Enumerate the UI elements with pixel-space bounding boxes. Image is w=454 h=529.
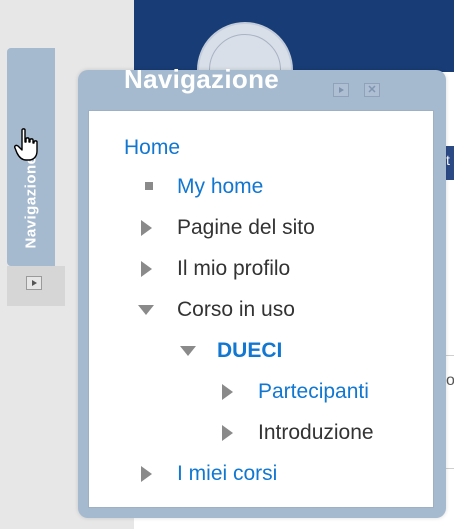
expand-arrow-icon[interactable] xyxy=(141,261,152,277)
header-strip-text: t xyxy=(446,152,450,168)
collapse-arrow-icon[interactable] xyxy=(138,305,154,315)
arrow-right-icon xyxy=(31,280,37,286)
collapse-arrow-icon[interactable] xyxy=(180,346,196,356)
content-text-fragment: o xyxy=(446,372,454,389)
nav-item-my-courses[interactable]: I miei corsi xyxy=(177,461,277,487)
nav-item-my-profile[interactable]: Il mio profilo xyxy=(177,256,290,282)
nav-item-site-pages[interactable]: Pagine del sito xyxy=(177,215,315,241)
expand-arrow-icon[interactable] xyxy=(222,384,233,400)
hand-cursor-icon xyxy=(14,128,38,161)
expand-arrow-icon[interactable] xyxy=(141,466,152,482)
bullet-icon xyxy=(145,182,153,190)
nav-item-home[interactable]: Home xyxy=(124,135,180,161)
undock-block-button[interactable] xyxy=(333,83,349,97)
close-block-button[interactable]: ✕ xyxy=(364,83,380,97)
nav-item-introduction[interactable]: Introduzione xyxy=(258,420,374,446)
site-header-banner xyxy=(134,0,454,72)
expand-arrow-icon[interactable] xyxy=(141,220,152,236)
nav-item-current-course[interactable]: Corso in uso xyxy=(177,297,295,323)
panel-title: Navigazione xyxy=(124,64,280,94)
close-icon: ✕ xyxy=(367,83,377,96)
nav-item-participants[interactable]: Partecipanti xyxy=(258,379,369,405)
page: t o Navigazione Navigazione ✕ Home My ho… xyxy=(0,0,454,529)
undock-icon xyxy=(338,87,344,93)
nav-item-my-home[interactable]: My home xyxy=(177,174,263,200)
undock-all-button[interactable] xyxy=(26,276,42,290)
nav-item-course-dueci[interactable]: DUECI xyxy=(217,338,282,364)
expand-arrow-icon[interactable] xyxy=(222,425,233,441)
dock-tab-label: Navigazione xyxy=(22,155,40,249)
